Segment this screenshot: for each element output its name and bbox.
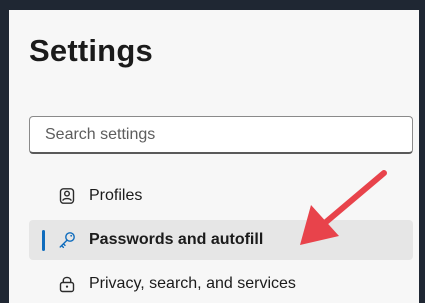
settings-window: Settings Profiles Passwords and autofill… bbox=[9, 10, 419, 303]
sidebar-item-profiles[interactable]: Profiles bbox=[29, 176, 413, 216]
search-input[interactable] bbox=[30, 117, 412, 152]
key-icon bbox=[59, 232, 75, 249]
sidebar-item-privacy-search-services[interactable]: Privacy, search, and services bbox=[29, 264, 413, 303]
page-title: Settings bbox=[29, 33, 153, 68]
sidebar-item-label: Profiles bbox=[89, 187, 143, 204]
sidebar-item-label: Passwords and autofill bbox=[89, 231, 264, 248]
profile-icon bbox=[59, 188, 75, 204]
sidebar-item-passwords-and-autofill[interactable]: Passwords and autofill bbox=[29, 220, 413, 260]
lock-icon bbox=[59, 276, 75, 293]
sidebar-item-label: Privacy, search, and services bbox=[89, 275, 296, 292]
selection-indicator bbox=[42, 230, 45, 251]
search-box[interactable] bbox=[29, 116, 413, 154]
